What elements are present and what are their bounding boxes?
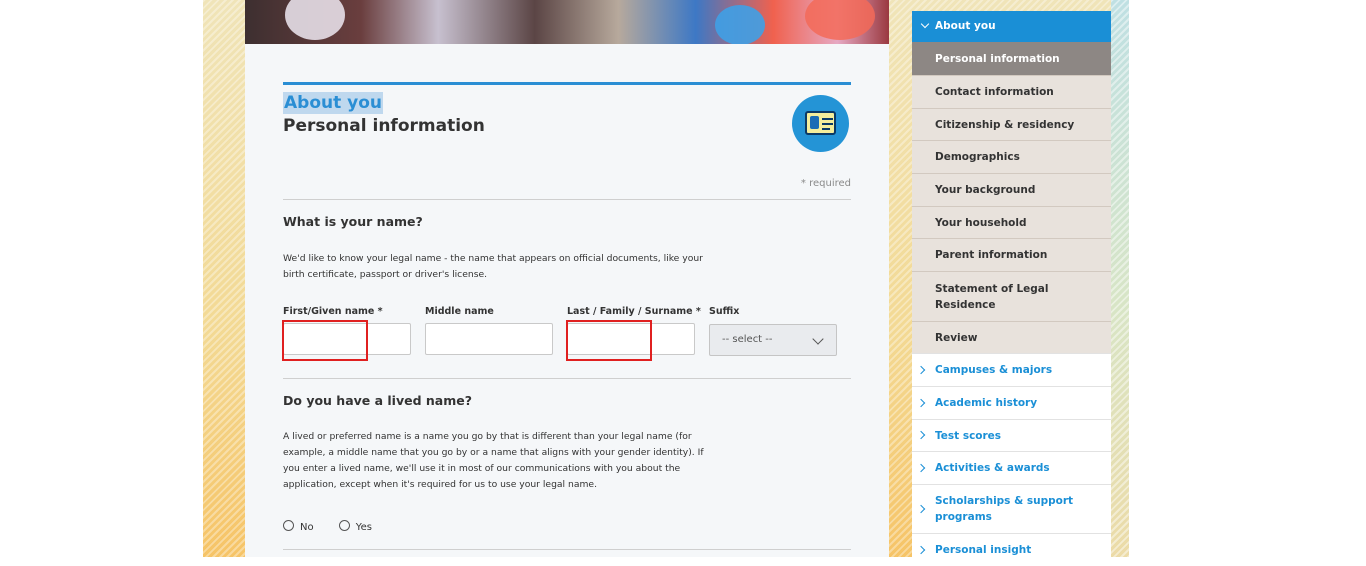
chevron-right-icon: [916, 545, 926, 554]
id-card-icon: [792, 95, 849, 152]
section-divider: [283, 82, 851, 85]
sidebar-item-label: Personal insight: [935, 544, 1032, 556]
name-question-help: We'd like to know your legal name - the …: [283, 253, 703, 280]
page-background-right: [1111, 0, 1129, 557]
lived-name-question-help: A lived or preferred name is a name you …: [283, 431, 704, 490]
lived-name-radio-group: No Yes: [283, 520, 394, 533]
sidebar-section-about-you[interactable]: About you: [912, 11, 1111, 42]
chevron-down-icon: [812, 333, 824, 345]
sidebar-item-label: Activities & awards: [935, 462, 1050, 474]
chevron-right-icon: [916, 463, 926, 472]
chevron-right-icon: [916, 365, 926, 374]
first-name-highlight: [282, 320, 368, 361]
sidebar-item-contact-information[interactable]: Contact information: [912, 75, 1111, 108]
sidebar-item-label: Academic history: [935, 397, 1038, 409]
sidebar-item-academic-history[interactable]: Academic history: [912, 386, 1111, 419]
last-name-label: Last / Family / Surname *: [567, 306, 701, 317]
last-name-highlight: [566, 320, 652, 361]
sidebar-item-personal-insight[interactable]: Personal insight: [912, 533, 1111, 566]
divider: [283, 549, 851, 550]
sidebar-item-statement-legal-residence[interactable]: Statement of Legal Residence: [912, 271, 1111, 321]
sidebar-item-label: Test scores: [935, 429, 1002, 442]
required-note: * required: [800, 178, 851, 189]
first-name-label: First/Given name *: [283, 306, 383, 317]
radio-yes-label: Yes: [355, 522, 372, 533]
sidebar-item-demographics[interactable]: Demographics: [912, 140, 1111, 173]
chevron-down-icon: [920, 19, 930, 29]
sidebar-item-label: Scholarships & support programs: [935, 495, 1074, 523]
sidebar-item-your-background[interactable]: Your background: [912, 173, 1111, 206]
suffix-selected-value: -- select --: [722, 334, 773, 345]
sidebar-nav: About you Personal information Contact i…: [912, 11, 1111, 566]
sidebar-item-your-household[interactable]: Your household: [912, 206, 1111, 238]
sidebar-item-test-scores[interactable]: Test scores: [912, 419, 1111, 451]
chevron-right-icon: [916, 398, 926, 407]
sidebar-item-review[interactable]: Review: [912, 321, 1111, 353]
page-title: Personal information: [283, 116, 485, 136]
sidebar-item-campuses-majors[interactable]: Campuses & majors: [912, 353, 1111, 386]
radio-no[interactable]: No: [283, 520, 314, 533]
suffix-label: Suffix: [709, 306, 740, 317]
radio-circle-icon: [338, 520, 350, 531]
chevron-right-icon: [916, 430, 926, 440]
sidebar-item-citizenship-residency[interactable]: Citizenship & residency: [912, 108, 1111, 140]
sidebar-item-parent-information[interactable]: Parent information: [912, 238, 1111, 271]
suffix-select[interactable]: -- select --: [709, 324, 837, 356]
sidebar-item-activities-awards[interactable]: Activities & awards: [912, 451, 1111, 484]
radio-yes[interactable]: Yes: [338, 520, 372, 533]
sidebar-section-label: About you: [935, 20, 996, 32]
divider: [283, 378, 851, 379]
radio-no-label: No: [300, 522, 314, 533]
lived-name-question-title: Do you have a lived name?: [283, 393, 472, 408]
radio-circle-icon: [283, 520, 294, 531]
middle-name-input[interactable]: [425, 323, 553, 355]
section-label: About you: [283, 92, 384, 114]
sidebar-item-scholarships-support[interactable]: Scholarships & support programs: [912, 484, 1111, 533]
sidebar-item-personal-information[interactable]: Personal information: [912, 42, 1111, 75]
sidebar-item-label: Campuses & majors: [935, 364, 1053, 376]
chevron-right-icon: [916, 504, 926, 513]
middle-name-label: Middle name: [425, 306, 494, 317]
divider: [283, 199, 851, 200]
hero-image: [245, 0, 889, 44]
form-panel: About you Personal information * require…: [245, 44, 889, 557]
name-question-title: What is your name?: [283, 214, 423, 229]
